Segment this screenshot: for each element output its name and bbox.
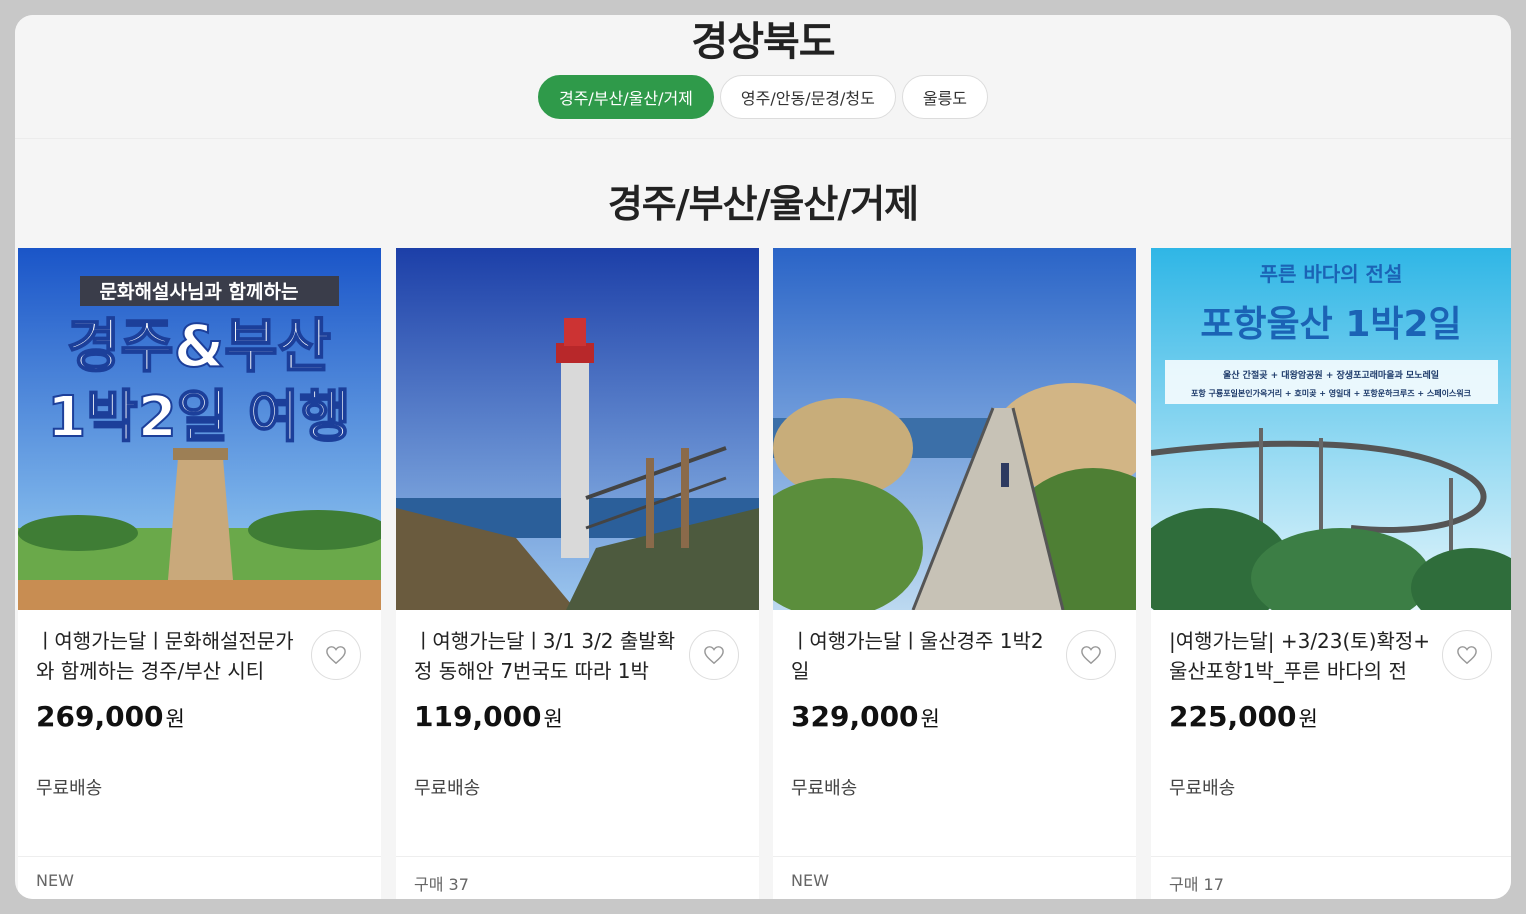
tab-gyeongju-busan[interactable]: 경주/부산/울산/거제 <box>537 75 714 119</box>
shipping-info: 무료배송 <box>1169 778 1236 799</box>
headline-text: 1박2일 여행 <box>47 385 351 450</box>
product-card[interactable]: 푸른 바다의 전설 포항울산 1박2일 울산 간절곶 + 대왕암공원 + 장생포… <box>1151 248 1511 899</box>
wishlist-button[interactable] <box>1066 630 1116 680</box>
main-panel: 경상북도 경주/부산/울산/거제 영주/안동/문경/청도 울릉도 경주/부산/울… <box>15 15 1511 899</box>
wishlist-button[interactable] <box>689 630 739 680</box>
shipping-info: 무료배송 <box>414 778 481 799</box>
section-title: 경주/부산/울산/거제 <box>607 182 919 226</box>
card-badge: 구매 37 <box>414 875 469 894</box>
region-tabs: 경주/부산/울산/거제 영주/안동/문경/청도 울릉도 <box>15 75 1511 119</box>
product-card[interactable]: 문화해설사님과 함께하는 경주&부산 1박2일 여행 ㅣ여행가는달ㅣ문화해설전문… <box>18 248 381 899</box>
product-image[interactable]: 문화해설사님과 함께하는 경주&부산 1박2일 여행 <box>18 248 381 610</box>
heart-outline-icon <box>326 646 346 665</box>
product-price: 119,000원 <box>414 700 563 733</box>
shipping-info: 무료배송 <box>36 778 103 799</box>
card-footer: 구매 17 <box>1151 856 1511 899</box>
product-grid: 문화해설사님과 함께하는 경주&부산 1박2일 여행 ㅣ여행가는달ㅣ문화해설전문… <box>18 248 1511 899</box>
info-text: 울산 간절곶 + 대왕암공원 + 장생포고래마을과 모노레일 <box>1223 369 1439 381</box>
product-name[interactable]: ㅣ여행가는달ㅣ문화해설전문가와 함께하는 경주/부산 시티 <box>36 626 306 688</box>
product-name[interactable]: |여행가는달| +3/23(토)확정+ 울산포항1박_푸른 바다의 전 <box>1169 626 1439 688</box>
product-price: 225,000원 <box>1169 700 1318 733</box>
tab-yeongju-andong[interactable]: 영주/안동/문경/청도 <box>719 75 896 119</box>
card-footer: NEW <box>18 856 381 899</box>
heart-outline-icon <box>1081 646 1101 665</box>
product-card[interactable]: ㅣ여행가는달ㅣ3/1 3/2 출발확정 동해안 7번국도 따라 1박 119,0… <box>396 248 759 899</box>
card-footer: NEW <box>773 856 1136 899</box>
product-name[interactable]: ㅣ여행가는달ㅣ울산경주 1박2일 <box>791 626 1061 688</box>
shipping-info: 무료배송 <box>791 778 858 799</box>
banner-text: 문화해설사님과 함께하는 <box>100 281 299 303</box>
product-image[interactable]: 푸른 바다의 전설 포항울산 1박2일 울산 간절곶 + 대왕암공원 + 장생포… <box>1151 248 1511 610</box>
region-header: 경상북도 경주/부산/울산/거제 영주/안동/문경/청도 울릉도 <box>15 15 1511 139</box>
headline-text: 경주&부산 <box>67 312 331 380</box>
product-price: 329,000원 <box>791 700 940 733</box>
info-text: 포항 구룡포일본인가옥거리 + 호미곶 + 영일대 + 포항운하크루즈 + 스페… <box>1191 388 1472 398</box>
headline-text: 포항울산 1박2일 <box>1200 304 1461 345</box>
card-badge: NEW <box>36 871 74 890</box>
subtitle-text: 푸른 바다의 전설 <box>1260 262 1403 286</box>
product-image[interactable] <box>773 248 1136 610</box>
heart-outline-icon <box>1457 646 1477 665</box>
card-badge: NEW <box>791 871 829 890</box>
product-price: 269,000원 <box>36 700 185 733</box>
wishlist-button[interactable] <box>311 630 361 680</box>
product-name[interactable]: ㅣ여행가는달ㅣ3/1 3/2 출발확정 동해안 7번국도 따라 1박 <box>414 626 684 688</box>
product-card[interactable]: ㅣ여행가는달ㅣ울산경주 1박2일 329,000원 무료배송 NEW <box>773 248 1136 899</box>
wishlist-button[interactable] <box>1442 630 1492 680</box>
region-title: 경상북도 <box>691 19 835 65</box>
heart-outline-icon <box>704 646 724 665</box>
card-footer: 구매 37 <box>396 856 759 899</box>
card-badge: 구매 17 <box>1169 875 1224 894</box>
product-image[interactable] <box>396 248 759 610</box>
tab-ulleungdo[interactable]: 울릉도 <box>901 75 989 119</box>
